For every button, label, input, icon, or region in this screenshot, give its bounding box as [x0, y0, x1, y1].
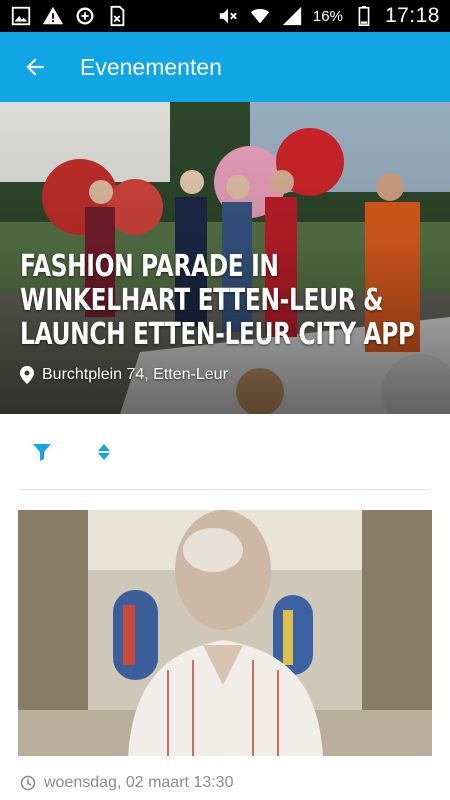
clock-icon: [20, 775, 36, 791]
app-bar: Evenementen: [0, 32, 450, 102]
featured-event-banner[interactable]: Fashion parade in Winkelhart Etten-Leur …: [0, 102, 450, 414]
location-text: Burchtplein 74, Etten-Leur: [42, 366, 228, 383]
event-image: [18, 510, 432, 756]
battery-percentage: 16%: [312, 7, 343, 25]
featured-event-title: Fashion parade in Winkelhart Etten-Leur …: [20, 249, 415, 352]
event-date: woensdag, 02 maart 13:30: [20, 774, 233, 792]
arrow-left-icon: [26, 58, 44, 76]
status-bar: 16% 17:18: [0, 0, 450, 32]
filter-icon: [33, 443, 51, 461]
map-pin-icon: [20, 366, 34, 384]
sort-icon: [98, 443, 110, 460]
mute-icon: [217, 5, 239, 27]
data-saver-icon: [74, 5, 96, 27]
image-icon: [10, 5, 32, 27]
event-card[interactable]: woensdag, 02 maart 13:30: [18, 510, 432, 800]
wifi-icon: [249, 5, 271, 27]
status-right: 16% 17:18: [217, 4, 440, 28]
sim-card-off-icon: [106, 5, 128, 27]
signal-icon: [281, 5, 303, 27]
clock-time: 17:18: [384, 4, 440, 27]
back-button[interactable]: [0, 32, 70, 102]
status-left: [10, 5, 128, 27]
filter-toolbar: [20, 414, 430, 490]
featured-event-location: Burchtplein 74, Etten-Leur: [20, 366, 228, 384]
event-date-text: woensdag, 02 maart 13:30: [44, 774, 234, 791]
warning-icon: [42, 5, 64, 27]
sort-button[interactable]: [92, 440, 116, 464]
filter-button[interactable]: [30, 440, 54, 464]
page-title: Evenementen: [80, 53, 222, 80]
battery-icon: [353, 5, 375, 27]
